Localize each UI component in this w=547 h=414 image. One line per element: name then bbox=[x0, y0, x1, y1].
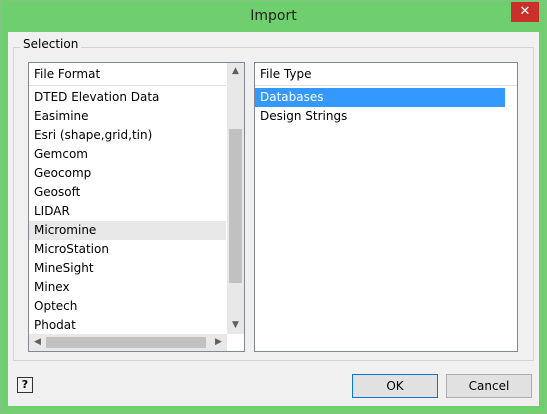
file-format-header: File Format bbox=[29, 63, 226, 86]
scroll-up-icon[interactable]: ▲ bbox=[227, 63, 244, 80]
list-item[interactable]: Phodat bbox=[29, 316, 226, 335]
cancel-button[interactable]: Cancel bbox=[446, 374, 532, 398]
list-item[interactable]: Optech bbox=[29, 297, 226, 316]
list-item[interactable]: Easimine bbox=[29, 107, 226, 126]
list-item[interactable]: Geocomp bbox=[29, 164, 226, 183]
horizontal-scrollbar[interactable]: ◀ ▶ bbox=[29, 334, 227, 351]
selection-group-label: Selection bbox=[20, 37, 82, 51]
file-format-list[interactable]: File Format DTED Elevation Data Easimine… bbox=[28, 62, 245, 352]
file-type-header: File Type bbox=[255, 63, 517, 86]
list-item[interactable]: Minex bbox=[29, 278, 226, 297]
close-icon[interactable]: ✕ bbox=[511, 2, 539, 22]
import-dialog: Import ✕ Selection File Format DTED Elev… bbox=[0, 0, 547, 414]
list-item[interactable]: Databases bbox=[255, 88, 505, 107]
vertical-scroll-thumb[interactable] bbox=[229, 129, 242, 283]
list-item[interactable]: Design Strings bbox=[255, 107, 505, 126]
list-item[interactable]: MicroStation bbox=[29, 240, 226, 259]
scroll-right-icon[interactable]: ▶ bbox=[210, 334, 227, 351]
list-item[interactable]: Micromine bbox=[29, 221, 226, 240]
scroll-down-icon[interactable]: ▼ bbox=[227, 317, 244, 334]
list-item[interactable]: DTED Elevation Data bbox=[29, 88, 226, 107]
help-icon[interactable]: ? bbox=[17, 377, 33, 393]
window-title: Import bbox=[250, 8, 297, 24]
ok-button[interactable]: OK bbox=[352, 374, 438, 398]
dialog-body: Selection File Format DTED Elevation Dat… bbox=[8, 32, 539, 406]
list-item[interactable]: Gemcom bbox=[29, 145, 226, 164]
list-item[interactable]: Geosoft bbox=[29, 183, 226, 202]
file-type-list[interactable]: File Type Databases Design Strings bbox=[254, 62, 518, 352]
scroll-left-icon[interactable]: ◀ bbox=[29, 334, 46, 351]
list-item[interactable]: MineSight bbox=[29, 259, 226, 278]
horizontal-scroll-thumb[interactable] bbox=[46, 337, 206, 348]
vertical-scrollbar[interactable]: ▲ ▼ bbox=[227, 63, 244, 334]
list-item[interactable]: LIDAR bbox=[29, 202, 226, 221]
title-bar[interactable]: Import ✕ bbox=[1, 1, 546, 32]
list-item[interactable]: Esri (shape,grid,tin) bbox=[29, 126, 226, 145]
